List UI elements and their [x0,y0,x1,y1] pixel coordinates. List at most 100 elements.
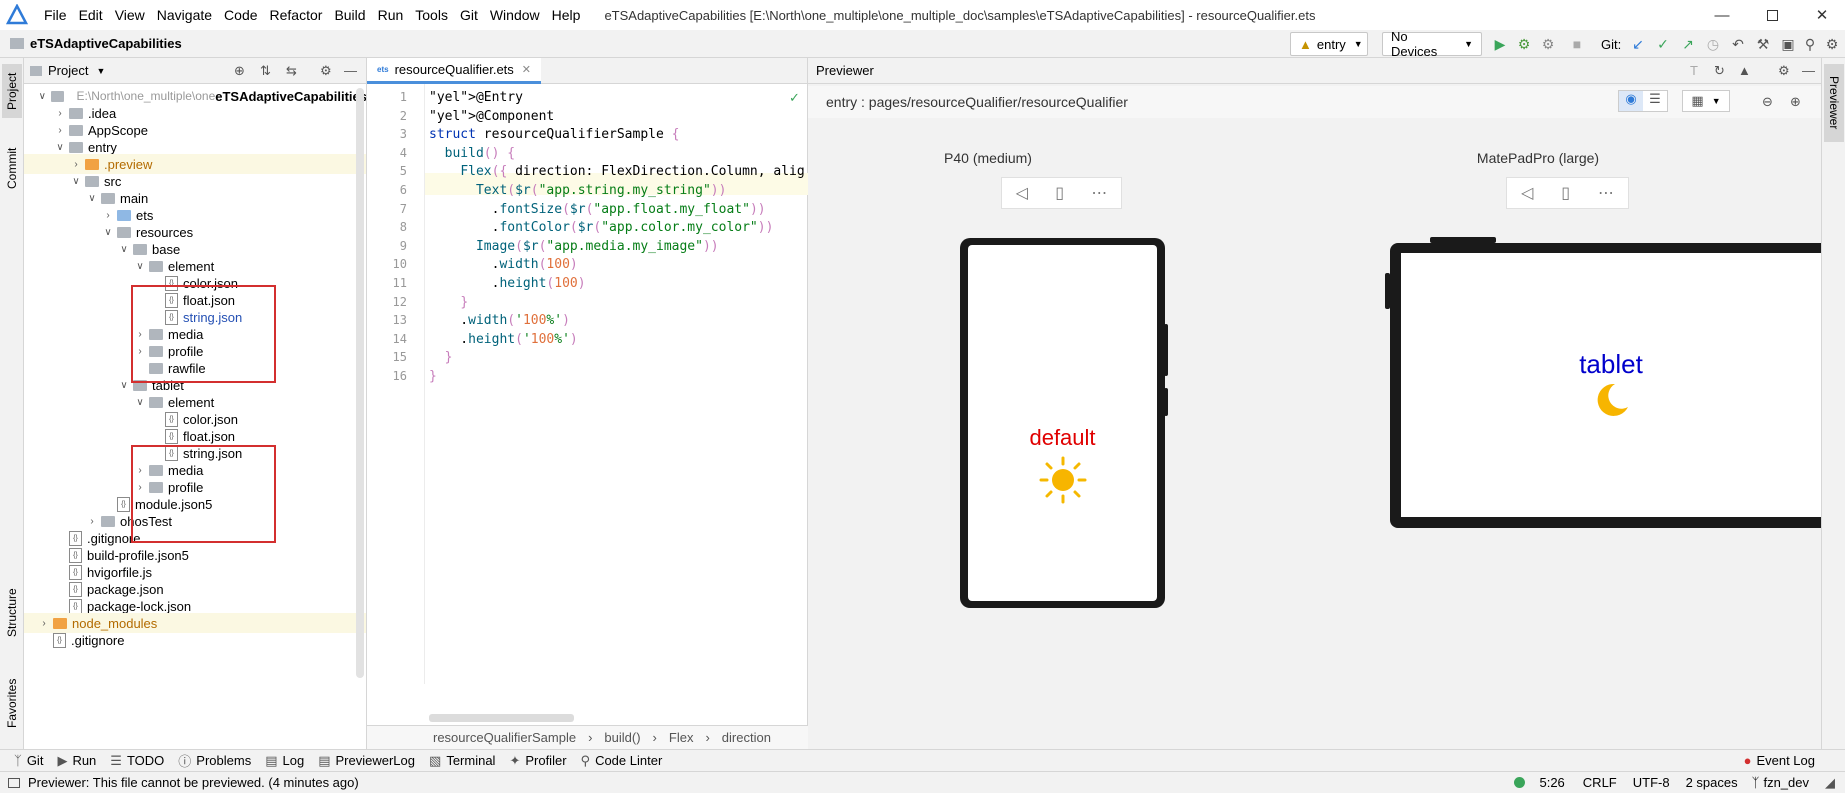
line-separator[interactable]: CRLF [1583,775,1617,790]
zoom-out-icon[interactable]: ⊖ [1762,94,1773,110]
menu-code[interactable]: Code [218,0,263,30]
code-line[interactable]: "yel">@Entry [429,90,523,105]
expand-all-icon[interactable]: ⇅ [260,63,271,79]
chevron-down-icon[interactable]: ∨ [118,244,130,255]
stop-icon[interactable]: ■ [1567,34,1587,54]
menu-build[interactable]: Build [328,0,371,30]
status-panel-icon[interactable] [8,777,20,788]
font-size-icon[interactable]: T [1690,63,1698,78]
run-icon[interactable]: ▶ [1490,34,1510,54]
chevron-right-icon[interactable]: › [54,125,66,136]
history-icon[interactable]: ◷ [1703,34,1723,54]
device-manager-icon[interactable]: ▣ [1778,34,1798,54]
tool-git[interactable]: ᛉ Git [14,753,43,768]
tab-favorites[interactable]: Favorites [2,668,22,738]
tab-project[interactable]: Project [2,64,22,118]
breadcrumb-item[interactable]: Flex [669,730,694,745]
menu-run[interactable]: Run [372,0,410,30]
chevron-right-icon[interactable]: › [86,516,98,527]
git-push-icon[interactable]: ↗ [1678,34,1698,54]
chevron-down-icon[interactable]: ∨ [54,142,66,153]
code-line[interactable]: .width(100) [429,257,578,272]
tool-previewerlog[interactable]: ▤ PreviewerLog [318,753,415,769]
code-line[interactable]: .fontSize($r("app.float.my_float")) [429,202,766,217]
code-line[interactable]: struct resourceQualifierSample { [429,127,679,142]
menu-navigate[interactable]: Navigate [151,0,218,30]
minimize-button[interactable]: — [1699,0,1745,30]
tablet-screen[interactable]: tablet [1401,253,1821,517]
code-line[interactable]: Flex({ direction: FlexDirection.Column, … [429,164,804,179]
file-encoding[interactable]: UTF-8 [1633,775,1670,790]
hide-icon[interactable]: — [1802,63,1815,78]
layers-icon[interactable]: ☰ [1643,91,1667,111]
code-line[interactable]: Image($r("app.media.my_image")) [429,239,719,254]
wrench-icon[interactable]: ⚒ [1753,34,1773,54]
close-button[interactable]: ✕ [1799,0,1845,30]
zoom-in-icon[interactable]: ⊕ [1790,94,1801,110]
debug-icon[interactable]: ⚙ [1514,34,1534,54]
chevron-down-icon[interactable]: ∨ [70,176,82,187]
rollback-icon[interactable]: ↶ [1728,34,1748,54]
attach-debugger-icon[interactable]: ⚙ [1538,34,1558,54]
code-line[interactable]: } [429,350,453,365]
rotate-icon[interactable]: ▯ [1055,183,1064,203]
device-select[interactable]: No Devices ▼ [1382,29,1482,59]
project-view-select[interactable]: Project [48,63,88,78]
code-line[interactable]: .height(100) [429,276,586,291]
more-icon[interactable]: ⋯ [1091,183,1107,203]
maximize-button[interactable] [1749,0,1795,30]
tool-problems[interactable]: ⓘ Problems [178,751,251,770]
chevron-right-icon[interactable]: › [38,618,50,629]
chevron-right-icon[interactable]: › [102,210,114,221]
chevron-down-icon[interactable]: ∨ [102,227,114,238]
run-config-select[interactable]: ▲ entry ▼ [1290,32,1368,56]
tool-run[interactable]: ▶ Run [57,753,96,769]
pin-icon[interactable]: ▲ [1738,63,1751,78]
refresh-icon[interactable]: ↻ [1714,63,1725,79]
rotate-icon[interactable]: ▯ [1561,183,1570,203]
menu-help[interactable]: Help [546,0,587,30]
breadcrumb-project[interactable]: eTSAdaptiveCapabilities [30,36,182,51]
menu-refactor[interactable]: Refactor [264,0,329,30]
tab-previewer[interactable]: Previewer [1824,64,1844,142]
chevron-down-icon[interactable]: ∨ [134,397,146,408]
indent-setting[interactable]: 2 spaces [1686,775,1738,790]
chevron-right-icon[interactable]: › [70,159,82,170]
git-commit-icon[interactable]: ✓ [1653,34,1673,54]
tab-commit[interactable]: Commit [2,138,22,198]
chevron-right-icon[interactable]: › [54,108,66,119]
code-line[interactable]: .width('100%') [429,313,570,328]
tab-structure[interactable]: Structure [2,578,22,648]
caret-position[interactable]: 5:26 [1539,775,1564,790]
gear-icon[interactable]: ⚙ [1778,63,1790,79]
menu-window[interactable]: Window [484,0,546,30]
chevron-down-icon[interactable]: ∨ [134,261,146,272]
scrollbar[interactable] [356,88,364,678]
git-branch[interactable]: fzn_dev [1763,775,1809,790]
back-icon[interactable]: ◁ [1521,183,1533,203]
code-line[interactable]: "yel">@Component [429,109,554,124]
tool-terminal[interactable]: ▧ Terminal [429,753,495,769]
tool-code-linter[interactable]: ⚲ Code Linter [581,753,663,769]
breadcrumb-item[interactable]: build() [604,730,640,745]
chevron-down-icon[interactable]: ∨ [86,193,98,204]
search-icon[interactable]: ⚲ [1800,34,1820,54]
multi-device-select[interactable]: ▦ ▼ [1682,90,1730,112]
menu-edit[interactable]: Edit [73,0,109,30]
tool-event-log[interactable]: ● Event Log [1744,753,1815,768]
menu-view[interactable]: View [109,0,151,30]
tool-todo[interactable]: ☰ TODO [110,753,164,769]
status-message[interactable]: Previewer: This file cannot be previewed… [28,775,359,790]
phone-screen[interactable]: default [968,245,1157,601]
code-line[interactable]: .height('100%') [429,332,577,347]
chevron-down-icon[interactable]: ∨ [37,91,48,102]
settings-icon[interactable]: ⚙ [1822,34,1842,54]
back-icon[interactable]: ◁ [1016,183,1028,203]
more-icon[interactable]: ⋯ [1598,183,1614,203]
code-line[interactable]: .fontColor($r("app.color.my_color")) [429,220,774,235]
code-line[interactable]: Text($r("app.string.my_string")) [429,183,726,198]
tool-log[interactable]: ▤ Log [265,753,304,769]
code-line[interactable]: build() { [429,146,515,161]
tree-item[interactable]: {} .gitignore [24,630,366,650]
breadcrumb-item[interactable]: direction [722,730,771,745]
